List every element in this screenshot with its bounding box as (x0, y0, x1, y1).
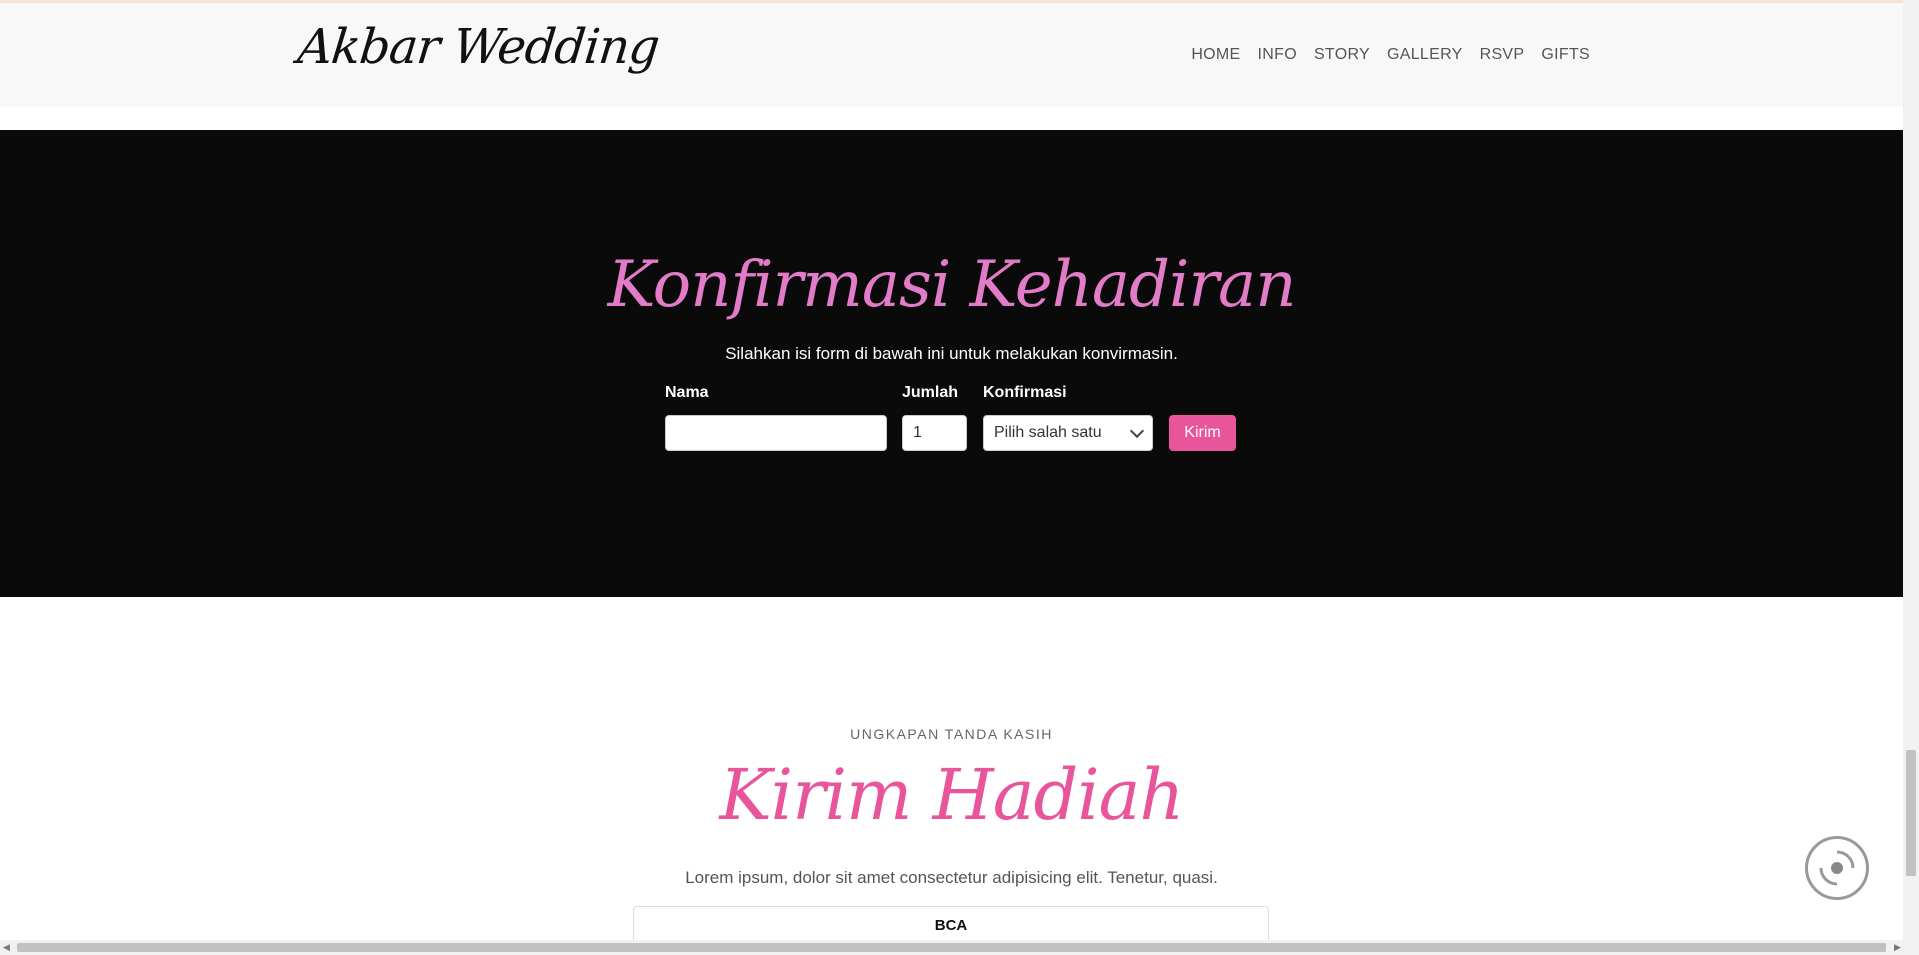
chevron-down-icon (1129, 423, 1145, 438)
count-input[interactable]: 1 (902, 415, 967, 451)
submit-button[interactable]: Kirim (1169, 415, 1236, 451)
nav-link-gallery[interactable]: GALLERY (1387, 46, 1463, 64)
gifts-eyebrow: UNGKAPAN TANDA KASIH (850, 726, 1053, 742)
navbar: Akbar Wedding HOME INFO STORY GALLERY RS… (0, 3, 1903, 107)
scroll-left-arrow-icon[interactable]: ◀ (3, 943, 10, 953)
name-input[interactable] (665, 415, 887, 451)
music-disc-icon (1819, 850, 1855, 886)
count-label: Jumlah (902, 384, 959, 401)
nav-link-story[interactable]: STORY (1314, 46, 1370, 64)
rsvp-section: Konfirmasi Kehadiran Silahkan isi form d… (0, 130, 1903, 597)
nav-link-gifts[interactable]: GIFTS (1541, 46, 1590, 64)
brand-logo[interactable]: Akbar Wedding (295, 19, 661, 75)
main-nav: HOME INFO STORY GALLERY RSVP GIFTS (1191, 46, 1590, 64)
nav-link-home[interactable]: HOME (1191, 46, 1240, 64)
gifts-description: Lorem ipsum, dolor sit amet consectetur … (685, 868, 1218, 887)
rsvp-subtitle: Silahkan isi form di bawah ini untuk mel… (725, 344, 1178, 363)
rsvp-title: Konfirmasi Kehadiran (607, 248, 1297, 322)
nav-link-info[interactable]: INFO (1258, 46, 1297, 64)
vertical-scrollbar-thumb[interactable] (1906, 750, 1916, 876)
confirm-select-value: Pilih salah satu (994, 424, 1102, 441)
nav-link-rsvp[interactable]: RSVP (1480, 46, 1525, 64)
confirm-select[interactable]: Pilih salah satu (983, 415, 1153, 451)
horizontal-scrollbar-thumb[interactable] (17, 943, 1886, 952)
confirm-label: Konfirmasi (983, 384, 1067, 401)
scroll-right-arrow-icon[interactable]: ▶ (1894, 943, 1901, 953)
music-toggle-button[interactable] (1805, 836, 1869, 900)
name-label: Nama (665, 384, 709, 401)
gifts-title: Kirim Hadiah (719, 754, 1185, 836)
